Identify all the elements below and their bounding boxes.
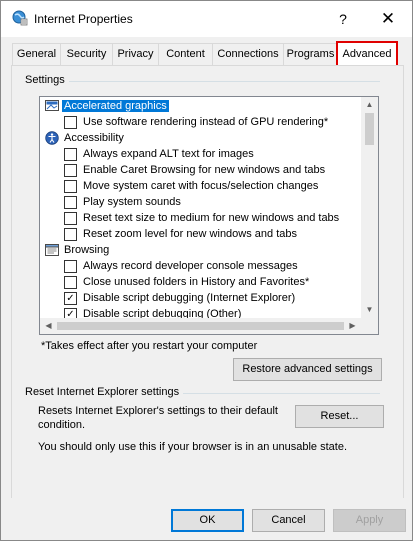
scroll-up-icon[interactable]: ▲ bbox=[361, 97, 378, 113]
category-browsing[interactable]: Browsing bbox=[40, 242, 361, 258]
internet-globe-icon bbox=[12, 10, 28, 26]
checkbox[interactable] bbox=[64, 260, 77, 273]
checkbox[interactable] bbox=[64, 180, 77, 193]
tab-privacy[interactable]: Privacy bbox=[112, 43, 159, 65]
reset-description-line2: condition. bbox=[38, 419, 86, 431]
checkbox[interactable] bbox=[64, 164, 77, 177]
settings-group-line bbox=[25, 81, 380, 82]
accessibility-icon bbox=[45, 131, 59, 145]
reset-warning: You should only use this if your browser… bbox=[38, 441, 347, 453]
vertical-scrollbar[interactable]: ▲ ▼ bbox=[361, 97, 378, 318]
reset-group-label: Reset Internet Explorer settings bbox=[25, 386, 184, 398]
horizontal-scroll-thumb[interactable] bbox=[57, 322, 344, 330]
setting-item[interactable]: ✓ Disable script debugging (Internet Exp… bbox=[40, 290, 361, 306]
setting-item[interactable]: Enable Caret Browsing for new windows an… bbox=[40, 162, 361, 178]
setting-item[interactable]: Reset text size to medium for new window… bbox=[40, 210, 361, 226]
tab-security[interactable]: Security bbox=[60, 43, 113, 65]
setting-label: Reset zoom level for new windows and tab… bbox=[83, 228, 297, 240]
setting-label: Use software rendering instead of GPU re… bbox=[83, 116, 329, 128]
setting-item[interactable]: Close unused folders in History and Favo… bbox=[40, 274, 361, 290]
internet-properties-window: Internet Properties ? ✕ General Security… bbox=[0, 0, 413, 541]
settings-list[interactable]: Accelerated graphics Use software render… bbox=[39, 96, 379, 335]
restart-note: *Takes effect after you restart your com… bbox=[41, 340, 258, 352]
category-label: Browsing bbox=[64, 244, 110, 256]
setting-label: Enable Caret Browsing for new windows an… bbox=[83, 164, 326, 176]
help-button[interactable]: ? bbox=[331, 9, 355, 29]
tab-programs[interactable]: Programs bbox=[283, 43, 338, 65]
horizontal-scrollbar[interactable]: ◀ ▶ bbox=[40, 318, 361, 334]
setting-label: Close unused folders in History and Favo… bbox=[83, 276, 310, 288]
vertical-scroll-thumb[interactable] bbox=[365, 113, 374, 145]
setting-label: Reset text size to medium for new window… bbox=[83, 212, 340, 224]
cancel-button[interactable]: Cancel bbox=[252, 509, 325, 532]
close-button[interactable]: ✕ bbox=[375, 7, 401, 31]
tab-content[interactable]: Content bbox=[158, 43, 213, 65]
scroll-left-icon[interactable]: ◀ bbox=[40, 318, 57, 334]
setting-item[interactable]: Always expand ALT text for images bbox=[40, 146, 361, 162]
setting-item[interactable]: Move system caret with focus/selection c… bbox=[40, 178, 361, 194]
checkbox[interactable] bbox=[64, 212, 77, 225]
setting-label: Always record developer console messages bbox=[83, 260, 298, 272]
setting-item[interactable]: Always record developer console messages bbox=[40, 258, 361, 274]
setting-item[interactable]: Reset zoom level for new windows and tab… bbox=[40, 226, 361, 242]
ok-button[interactable]: OK bbox=[171, 509, 244, 532]
checkbox[interactable] bbox=[64, 276, 77, 289]
category-accelerated-graphics[interactable]: Accelerated graphics bbox=[40, 98, 361, 114]
category-accessibility[interactable]: Accessibility bbox=[40, 130, 361, 146]
setting-item[interactable]: ✓ Disable script debugging (Other) bbox=[40, 306, 361, 318]
tab-strip: General Security Privacy Content Connect… bbox=[10, 41, 404, 69]
scrollbar-corner bbox=[361, 318, 378, 334]
category-label: Accessibility bbox=[64, 132, 124, 144]
window-title: Internet Properties bbox=[34, 12, 133, 26]
accelerated-graphics-icon bbox=[45, 100, 59, 111]
dialog-footer: OK Cancel Apply bbox=[1, 498, 412, 540]
checkbox-checked[interactable]: ✓ bbox=[64, 292, 77, 305]
setting-label: Move system caret with focus/selection c… bbox=[83, 180, 319, 192]
checkbox[interactable] bbox=[64, 228, 77, 241]
restore-advanced-settings-button[interactable]: Restore advanced settings bbox=[233, 358, 382, 381]
settings-group-label: Settings bbox=[25, 74, 69, 86]
tab-general[interactable]: General bbox=[12, 43, 61, 65]
setting-item[interactable]: Play system sounds bbox=[40, 194, 361, 210]
setting-label: Always expand ALT text for images bbox=[83, 148, 254, 160]
setting-label: Play system sounds bbox=[83, 196, 181, 208]
category-label: Accelerated graphics bbox=[62, 100, 169, 112]
checkbox[interactable] bbox=[64, 196, 77, 209]
reset-description-line1: Resets Internet Explorer's settings to t… bbox=[38, 405, 278, 417]
setting-label: Disable script debugging (Internet Explo… bbox=[83, 292, 296, 304]
scroll-down-icon[interactable]: ▼ bbox=[361, 302, 378, 318]
browsing-icon bbox=[45, 244, 59, 256]
setting-label: Disable script debugging (Other) bbox=[83, 308, 242, 318]
checkbox[interactable] bbox=[64, 116, 77, 129]
checkbox[interactable] bbox=[64, 148, 77, 161]
scroll-right-icon[interactable]: ▶ bbox=[344, 318, 361, 334]
title-bar: Internet Properties ? ✕ bbox=[1, 1, 412, 37]
tab-connections[interactable]: Connections bbox=[212, 43, 284, 65]
reset-button[interactable]: Reset... bbox=[295, 405, 384, 428]
settings-list-content: Accelerated graphics Use software render… bbox=[40, 97, 361, 318]
setting-item[interactable]: Use software rendering instead of GPU re… bbox=[40, 114, 361, 130]
apply-button[interactable]: Apply bbox=[333, 509, 406, 532]
checkbox-checked[interactable]: ✓ bbox=[64, 308, 77, 318]
